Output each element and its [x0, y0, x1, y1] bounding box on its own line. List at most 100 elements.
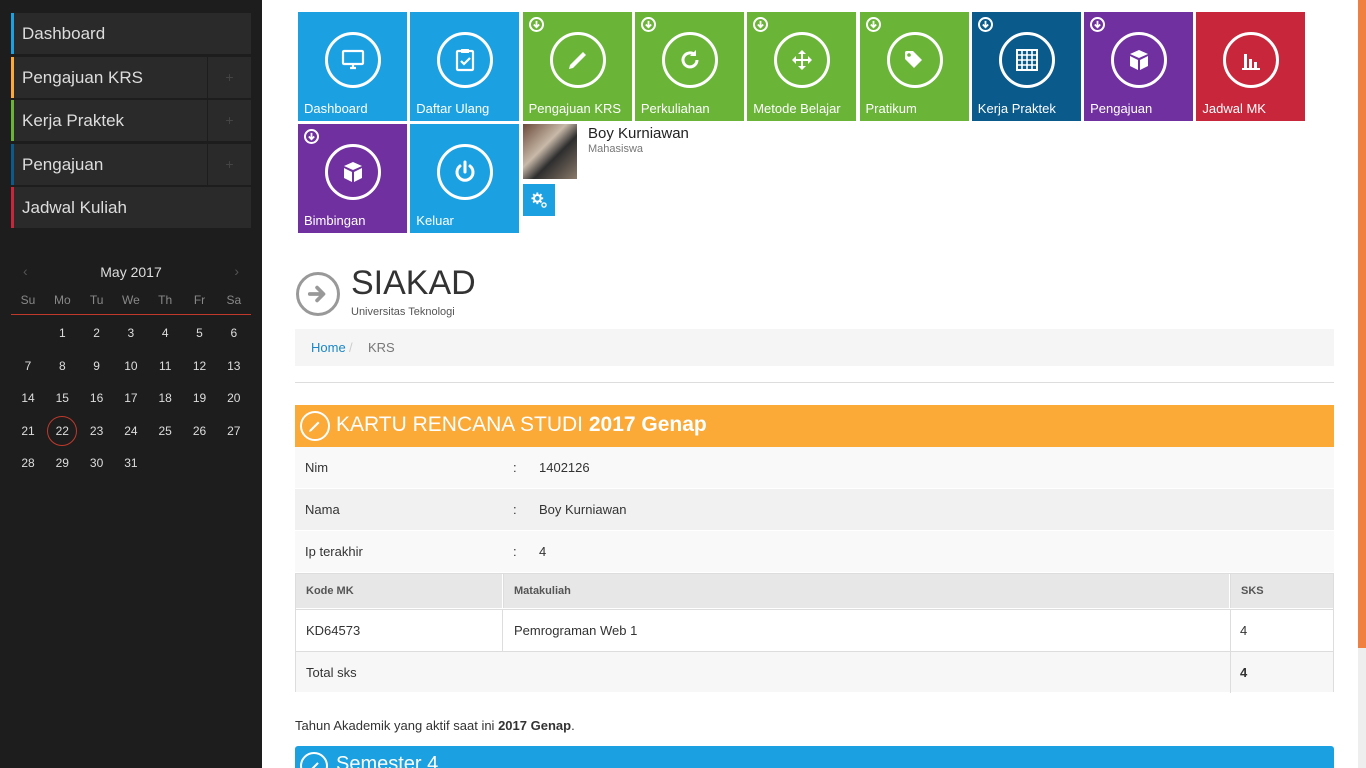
table-header-course-label: Matakuliah	[514, 585, 571, 597]
download-icon	[304, 129, 319, 144]
scrollbar-thumb[interactable]	[1358, 0, 1366, 648]
tile-perkuliahan[interactable]: Perkuliahan	[634, 12, 744, 121]
calendar-day[interactable]: 24	[114, 417, 148, 445]
calendar-day[interactable]: 30	[80, 449, 114, 477]
calendar-day[interactable]: 5	[183, 319, 217, 347]
calendar-day[interactable]: 14	[11, 384, 45, 412]
calendar-day[interactable]: 23	[80, 417, 114, 445]
download-icon	[528, 17, 544, 32]
tile-pengajuan-krs[interactable]: Pengajuan KRS	[522, 12, 632, 121]
info-colon: :	[513, 544, 517, 559]
sidebar-item-label: Pengajuan KRS	[22, 67, 143, 87]
tile-keluar[interactable]: Keluar	[410, 124, 520, 233]
calendar-day[interactable]: 19	[183, 384, 217, 412]
calendar-day[interactable]: 12	[183, 352, 217, 380]
table-header-course: Matakuliah	[503, 574, 1229, 608]
calendar-day[interactable]: 25	[148, 417, 182, 445]
avatar[interactable]	[523, 124, 577, 179]
grid-icon	[1015, 49, 1038, 71]
weekday-label: Th	[158, 293, 173, 307]
sidebar-item-pengajuan[interactable]: Pengajuan +	[11, 143, 251, 185]
sidebar-item-jadwal-kuliah[interactable]: Jadwal Kuliah	[11, 187, 251, 228]
expand-icon[interactable]: +	[207, 143, 251, 185]
table-header-code-label: Kode MK	[306, 585, 354, 597]
tile-jadwal-mk[interactable]: Jadwal MK	[1196, 12, 1306, 121]
tile-icon-ring	[998, 32, 1055, 88]
weekday-label: Fr	[193, 293, 206, 307]
weekday-label: Mo	[53, 293, 71, 307]
sidebar-item-label: Jadwal Kuliah	[22, 198, 127, 217]
sidebar-item-dashboard[interactable]: Dashboard	[11, 13, 251, 54]
calendar-day[interactable]: 4	[148, 319, 182, 347]
calendar-day[interactable]: 21	[11, 417, 45, 445]
sidebar-item-label: Kerja Praktek	[22, 111, 125, 130]
calendar-day[interactable]: 9	[80, 352, 114, 380]
info-colon: :	[513, 460, 517, 475]
tile-kerja-praktek[interactable]: Kerja Praktek	[971, 12, 1081, 121]
calendar-day[interactable]: 20	[217, 384, 251, 412]
calendar-day[interactable]: 6	[217, 319, 251, 347]
tile-pratikum[interactable]: Pratikum	[859, 12, 969, 121]
calendar-day[interactable]: 11	[148, 352, 182, 380]
calendar-day[interactable]: 2	[80, 319, 114, 347]
tile-label: Dashboard	[304, 101, 368, 116]
tile-label: Pengajuan	[1090, 101, 1153, 116]
calendar-day[interactable]: 3	[114, 319, 148, 347]
calendar-day[interactable]: 17	[114, 384, 148, 412]
tile-pengajuan[interactable]: Pengajuan	[1084, 12, 1194, 121]
calendar-day[interactable]: 31	[114, 449, 148, 477]
breadcrumb-home-link[interactable]: Home	[311, 340, 346, 355]
info-key: Nim	[305, 460, 329, 475]
calendar-day[interactable]: 16	[80, 384, 114, 412]
bar-chart-icon	[1242, 54, 1261, 70]
expand-icon[interactable]: +	[207, 100, 251, 141]
calendar-day[interactable]: 13	[217, 352, 251, 380]
course-sks: 4	[1240, 623, 1248, 638]
krs-title-term: 2017 Genap	[588, 413, 707, 436]
sidebar-item-kerja-praktek[interactable]: Kerja Praktek +	[11, 100, 251, 141]
table-header-sks: SKS	[1230, 574, 1333, 608]
calendar-day[interactable]: 1	[45, 319, 79, 347]
calendar-day[interactable]: 15	[45, 384, 79, 412]
expand-icon[interactable]: +	[207, 56, 251, 98]
box-icon	[344, 162, 362, 182]
weekday-label: We	[121, 293, 140, 307]
sidebar-item-accent	[11, 187, 14, 228]
academic-year-note: Tahun Akademik yang aktif saat ini 2017 …	[295, 718, 575, 733]
calendar-day[interactable]: 18	[148, 384, 182, 412]
clipboard-check-icon	[456, 49, 475, 72]
calendar-day-today[interactable]: 22	[47, 415, 78, 446]
semester-panel-header: Semester 4	[295, 746, 1334, 768]
scrollbar-track[interactable]	[1358, 0, 1366, 768]
calendar-next-button[interactable]: ›	[234, 263, 239, 279]
calendar-day[interactable]: 8	[45, 352, 79, 380]
info-value: 1402126	[539, 460, 590, 475]
tile-dashboard[interactable]: Dashboard	[298, 12, 407, 121]
calendar: ‹ May 2017 › Su Mo Tu We Th Fr Sa 1 2 3 4 5 6 7 8 9 10 1…	[11, 258, 251, 470]
pencil-icon	[300, 411, 330, 441]
calendar-day[interactable]: 10	[114, 352, 148, 380]
tile-daftar-ulang[interactable]: Daftar Ulang	[410, 12, 520, 121]
pencil-icon	[300, 752, 328, 768]
cell-divider	[1230, 610, 1231, 652]
page-subtitle: Universitas Teknologi	[351, 306, 455, 318]
tile-metode-belajar[interactable]: Metode Belajar	[747, 12, 857, 121]
tile-label: Bimbingan	[304, 213, 366, 228]
tile-bimbingan[interactable]: Bimbingan	[298, 124, 407, 233]
calendar-month[interactable]: May 2017	[11, 264, 251, 280]
sidebar-item-pengajuan-krs[interactable]: Pengajuan KRS +	[11, 56, 251, 98]
download-icon	[640, 17, 656, 32]
info-row-nim: Nim: 1402126	[295, 447, 1334, 488]
sidebar-item-label: Pengajuan	[22, 154, 104, 174]
calendar-day[interactable]: 27	[217, 417, 251, 445]
calendar-day[interactable]: 28	[11, 449, 45, 477]
course-name: Pemrograman Web 1	[514, 623, 638, 638]
table-header-code: Kode MK	[296, 574, 502, 608]
calendar-day[interactable]: 26	[183, 417, 217, 445]
settings-button[interactable]	[523, 184, 555, 216]
tile-icon-ring	[661, 32, 718, 88]
calendar-day[interactable]: 29	[45, 449, 79, 477]
calendar-day[interactable]: 7	[11, 352, 45, 380]
course-code: KD64573	[306, 623, 361, 638]
monitor-icon	[341, 49, 365, 70]
